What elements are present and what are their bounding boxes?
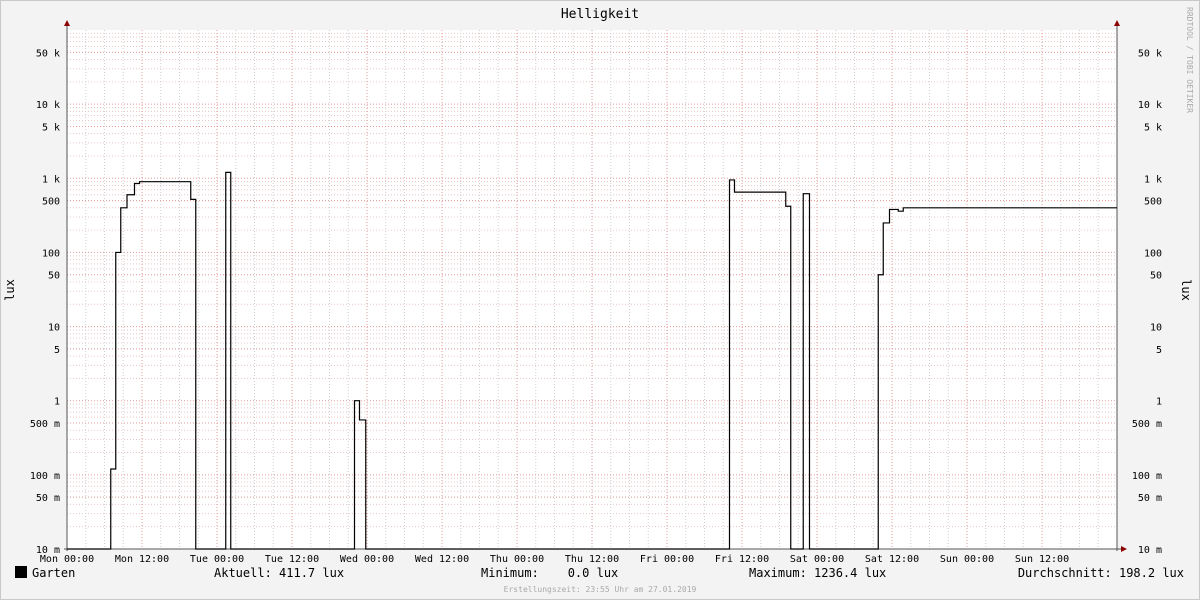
y-tick-label-right: 10	[1150, 323, 1162, 334]
y-tick-label-right: 50 m	[1138, 493, 1162, 504]
y-axis-arrow-right	[1114, 20, 1120, 26]
y-tick-label-right: 10 m	[1138, 545, 1162, 556]
y-tick-label-right: 100 m	[1132, 471, 1162, 482]
x-tick-label: Mon 12:00	[115, 554, 169, 565]
legend-swatch	[15, 566, 27, 578]
y-tick-label-right: 100	[1144, 248, 1162, 259]
y-tick-label-left: 100	[42, 248, 60, 259]
brightness-chart: 50 k 50 k 10 k 10 k 5 k 5 k 1 k 1 k 500 500 100 100…	[3, 7, 1194, 594]
x-tick-label: Tue 00:00	[190, 554, 244, 565]
x-tick-label: Sat 12:00	[865, 554, 919, 565]
y-tick-label-right: 10 k	[1138, 100, 1162, 111]
x-axis-arrow	[1121, 546, 1127, 552]
x-tick-label: Sun 00:00	[940, 554, 994, 565]
grid-lines	[66, 30, 1118, 550]
y-tick-label-left: 50	[48, 271, 60, 282]
x-tick-label: Thu 12:00	[565, 554, 619, 565]
legend-series: Garten	[15, 566, 75, 580]
y-tick-label-left: 100 m	[30, 471, 60, 482]
y-tick-label-left: 500	[42, 197, 60, 208]
x-tick-label: Wed 00:00	[340, 554, 394, 565]
y-tick-label-right: 50	[1150, 271, 1162, 282]
y-axis-arrow-left	[64, 20, 70, 26]
x-tick-label: Tue 12:00	[265, 554, 319, 565]
y-tick-label-right: 5 k	[1144, 122, 1162, 133]
legend-series-name: Garten	[32, 566, 76, 580]
y-tick-label-left: 500 m	[30, 419, 60, 430]
y-tick-label-right: 500	[1144, 197, 1162, 208]
y-tick-label-left: 1	[54, 397, 60, 408]
y-tick-label-left: 10 k	[36, 100, 60, 111]
y-tick-label-right: 1	[1156, 397, 1162, 408]
x-tick-label: Wed 12:00	[415, 554, 469, 565]
y-axis-label-right: lux	[1179, 279, 1193, 301]
y-tick-label-left: 5 k	[42, 122, 60, 133]
y-tick-label-left: 50 k	[36, 48, 60, 59]
creation-time-footer: Erstellungszeit: 23:55 Uhr am 27.01.2019	[504, 585, 697, 594]
y-tick-label-right: 500 m	[1132, 419, 1162, 430]
y-tick-label-left: 1 k	[42, 174, 60, 185]
x-tick-label: Thu 00:00	[490, 554, 544, 565]
x-tick-label: Fri 12:00	[715, 554, 769, 565]
x-tick-label: Mon 00:00	[40, 554, 94, 565]
y-tick-label-left: 10	[48, 323, 60, 334]
y-tick-label-left: 50 m	[36, 493, 60, 504]
watermark: RRDTOOL / TOBI OETIKER	[1185, 7, 1194, 113]
legend-maximum: Maximum: 1236.4 lux	[749, 566, 887, 580]
y-tick-label-right: 1 k	[1144, 174, 1162, 185]
y-tick-label-right: 50 k	[1138, 48, 1162, 59]
chart-title: Helligkeit	[561, 7, 639, 22]
y-axis-label-left: lux	[3, 279, 17, 301]
x-tick-label: Sat 00:00	[790, 554, 844, 565]
legend-minimum: Minimum: 0.0 lux	[481, 566, 619, 580]
x-tick-label: Fri 00:00	[640, 554, 694, 565]
legend-aktuell: Aktuell: 411.7 lux	[214, 566, 345, 580]
y-tick-label-left: 5	[54, 345, 60, 356]
y-tick-label-right: 5	[1156, 345, 1162, 356]
legend-durchschnitt: Durchschnitt: 198.2 lux	[1017, 566, 1184, 580]
x-tick-label: Sun 12:00	[1015, 554, 1069, 565]
